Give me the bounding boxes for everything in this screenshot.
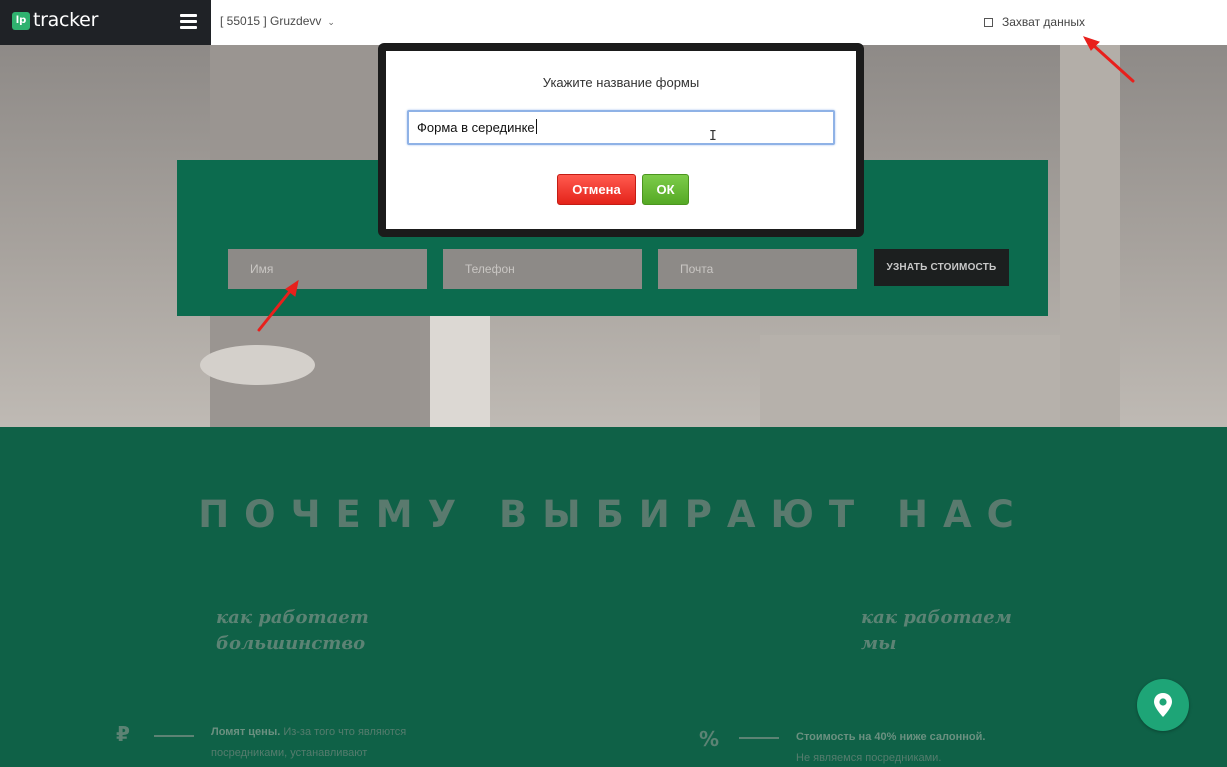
dialog-title: Укажите название формы <box>542 75 700 90</box>
brand-name: tracker <box>33 9 99 31</box>
ruble-icon: ₽ <box>116 722 130 746</box>
background-basin <box>200 345 315 385</box>
divider <box>154 735 194 737</box>
percent-icon: % <box>699 727 720 751</box>
checkbox-icon[interactable] <box>984 18 993 27</box>
left-column-heading: как работает большинство <box>216 607 369 654</box>
left-feature-bold: Ломят цены. <box>211 726 281 738</box>
lp-logo-icon: lp <box>12 12 30 30</box>
left-feature: Ломят цены. Из-за того что являются поср… <box>211 722 461 764</box>
project-label: [ 55015 ] Gruzdevv <box>220 14 322 28</box>
capture-data-toggle[interactable]: Захват данных <box>984 15 1085 29</box>
background-cabinet <box>430 315 490 427</box>
hamburger-icon[interactable] <box>180 14 197 29</box>
dialog-body: Укажите название формы Форма в серединке… <box>386 51 856 229</box>
background-counter <box>760 335 1060 427</box>
map-pin-icon <box>1154 693 1172 717</box>
map-button[interactable] <box>1137 679 1189 731</box>
why-us-section: ПОЧЕМУ ВЫБИРАЮТ НАС как работает большин… <box>0 427 1227 767</box>
right-column-heading: как работаем мы <box>861 607 1012 654</box>
cancel-button[interactable]: Отмена <box>557 174 636 205</box>
text-caret <box>535 119 537 134</box>
name-input[interactable]: Имя <box>228 249 427 289</box>
background-door <box>1060 45 1120 427</box>
divider <box>739 737 779 739</box>
section-title: ПОЧЕМУ ВЫБИРАЮТ НАС <box>198 493 1029 536</box>
project-selector[interactable]: [ 55015 ] Gruzdevv ⌄ <box>220 14 335 28</box>
email-input[interactable]: Почта <box>658 249 857 289</box>
chevron-down-icon: ⌄ <box>327 17 335 27</box>
get-price-button[interactable]: УЗНАТЬ СТОИМОСТЬ <box>874 249 1009 286</box>
form-name-input[interactable]: Форма в серединке <box>407 110 835 145</box>
right-feature: Стоимость на 40% ниже салонной. Не являем… <box>796 727 1056 767</box>
ok-button[interactable]: ОК <box>642 174 689 205</box>
capture-data-label: Захват данных <box>1002 15 1085 29</box>
phone-input[interactable]: Телефон <box>443 249 642 289</box>
right-feature-bold: Стоимость на 40% ниже салонной. <box>796 731 986 743</box>
form-name-dialog: Укажите название формы Форма в серединке… <box>378 43 864 237</box>
form-name-value: Форма в серединке <box>417 120 535 135</box>
right-feature-text: Не являемся посредниками. <box>796 752 942 764</box>
text-cursor-icon: I <box>709 129 717 144</box>
brand-area: lp tracker <box>0 0 211 45</box>
top-bar: lp tracker [ 55015 ] Gruzdevv ⌄ Захват да… <box>0 0 1227 45</box>
